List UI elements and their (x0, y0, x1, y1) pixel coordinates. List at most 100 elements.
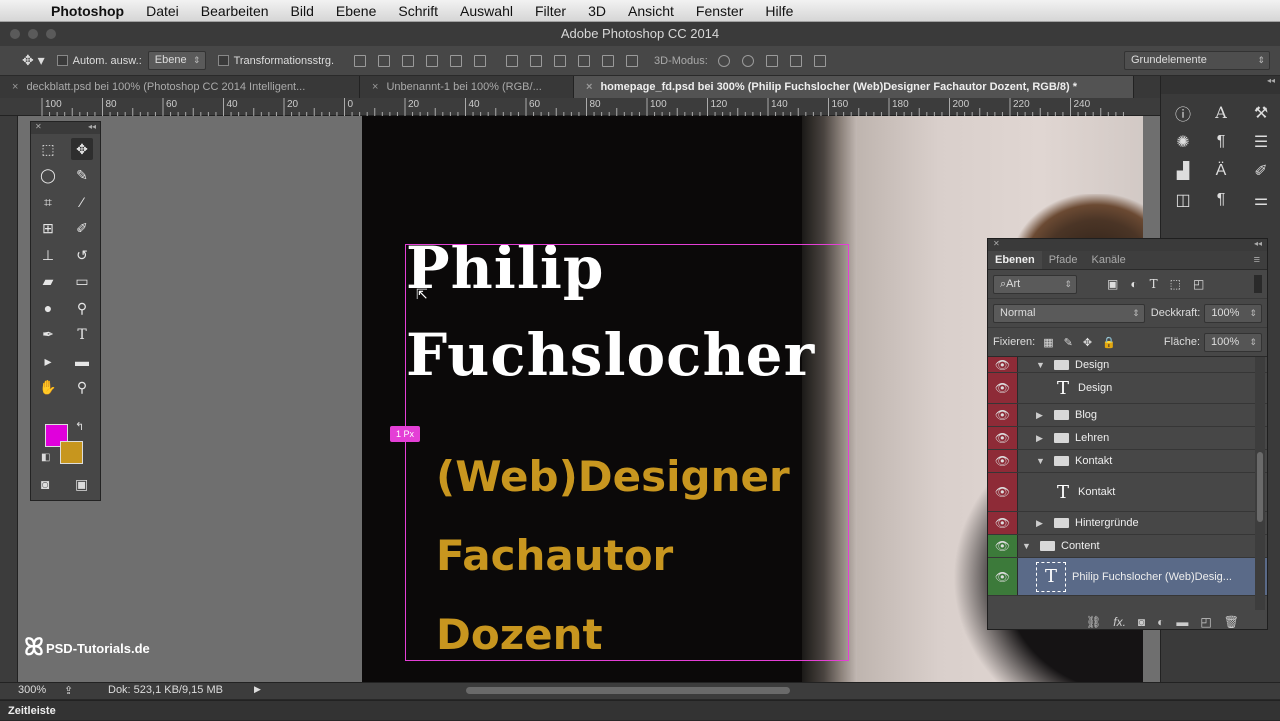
delete-layer-icon[interactable]: 🗑 (1224, 615, 1239, 629)
adjustment-layer-icon[interactable]: ◐ (1157, 615, 1164, 629)
visibility-eye-icon[interactable]: 👁 (988, 558, 1018, 595)
scrollbar-thumb[interactable] (1257, 452, 1263, 522)
layers-scrollbar[interactable] (1255, 357, 1265, 610)
blur-tool-icon[interactable]: ● (37, 297, 59, 319)
layer-row[interactable]: 👁 ▼ Kontakt (988, 450, 1267, 473)
expand-triangle-icon[interactable]: ▼ (1022, 541, 1034, 551)
ruler-horizontal[interactable]: 100 80 60 40 20 0 20 40 60 80 100 120 140 160 180 200 22… (0, 98, 1160, 116)
close-tab-icon[interactable]: × (372, 81, 378, 93)
dock-header[interactable]: ◂◂ (1161, 76, 1280, 94)
transform-controls-checkbox[interactable] (217, 55, 229, 66)
menu-bearbeiten[interactable]: Bearbeiten (190, 3, 280, 19)
clone-stamp-tool-icon[interactable]: ⊥ (37, 244, 59, 266)
menu-schrift[interactable]: Schrift (387, 3, 449, 19)
layer-row[interactable]: 👁 T Design (988, 373, 1267, 404)
brush-tool-icon[interactable]: ✐ (71, 218, 93, 240)
filter-shape-icon[interactable]: ⬚ (1170, 277, 1181, 291)
menu-3d[interactable]: 3D (577, 3, 617, 19)
gradient-tool-icon[interactable]: ▭ (71, 271, 93, 293)
tool-presets-icon[interactable]: ⚒ (1241, 98, 1280, 127)
swap-colors-icon[interactable]: ↰ (75, 420, 84, 433)
lock-position-icon[interactable]: ✥ (1083, 336, 1092, 349)
expand-triangle-icon[interactable]: ▼ (1036, 456, 1048, 466)
layer-row[interactable]: 👁 ▼ Design (988, 357, 1267, 373)
filter-adjustment-icon[interactable]: ◐ (1130, 277, 1137, 291)
zoom-level[interactable]: 300% (18, 684, 46, 696)
background-color-swatch[interactable] (60, 441, 83, 464)
expand-triangle-icon[interactable]: ▶ (1036, 518, 1048, 529)
fill-field[interactable]: 100% (1204, 332, 1262, 352)
status-menu-icon[interactable]: ▶ (254, 684, 261, 695)
filter-type-icon[interactable]: T (1150, 277, 1158, 291)
distribute-bottom-icon[interactable] (554, 54, 567, 67)
path-selection-tool-icon[interactable]: ▸ (37, 350, 59, 372)
menu-hilfe[interactable]: Hilfe (754, 3, 804, 19)
layer-row[interactable]: 👁 ▶ Hintergründe (988, 512, 1267, 535)
zoom-window-icon[interactable] (46, 29, 56, 39)
crop-tool-icon[interactable]: ⌗ (37, 191, 59, 213)
type-tool-icon[interactable]: T (71, 324, 93, 346)
opacity-field[interactable]: 100% (1204, 303, 1262, 323)
collapse-panel-icon[interactable]: ◂◂ (88, 122, 96, 134)
ruler-vertical[interactable] (0, 116, 18, 682)
close-tab-icon[interactable]: × (586, 81, 592, 93)
distribute-vcenter-icon[interactable] (530, 54, 543, 67)
dodge-tool-icon[interactable]: ⚲ (71, 297, 93, 319)
align-bottom-icon[interactable] (402, 54, 415, 67)
properties-icon[interactable]: ⚌ (1241, 185, 1280, 214)
lasso-tool-icon[interactable]: ◯ (37, 165, 59, 187)
align-right-icon[interactable] (474, 54, 487, 67)
tab-pfade[interactable]: Pfade (1042, 251, 1085, 269)
filter-kind-dropdown[interactable]: ⌕Art (993, 274, 1077, 294)
auto-select-dropdown[interactable]: Ebene (147, 51, 206, 70)
hand-tool-icon[interactable]: ✋ (37, 377, 59, 399)
filter-smartobject-icon[interactable]: ◰ (1193, 277, 1204, 291)
tab-homepage[interactable]: × homepage_fd.psd bei 300% (Philip Fuchsl… (574, 76, 1134, 98)
tab-unbenannt[interactable]: × Unbenannt-1 bei 100% (RGB/... (360, 76, 574, 98)
close-tab-icon[interactable]: × (12, 81, 18, 93)
tab-ebenen[interactable]: Ebenen (988, 251, 1042, 269)
3d-rotate-icon[interactable] (717, 54, 730, 67)
visibility-eye-icon[interactable]: 👁 (988, 473, 1018, 511)
visibility-eye-icon[interactable]: 👁 (988, 373, 1018, 403)
layer-row[interactable]: 👁 ▶ Lehren (988, 427, 1267, 450)
timeline-tab[interactable]: Zeitleiste (0, 700, 1280, 720)
filter-toggle[interactable] (1254, 275, 1262, 293)
lock-pixels-icon[interactable]: ✎ (1064, 336, 1073, 349)
link-layers-icon[interactable]: ⛓ (1086, 615, 1101, 629)
paragraph-styles-icon[interactable]: ¶ (1201, 185, 1241, 214)
visibility-eye-icon[interactable]: 👁 (988, 535, 1018, 557)
layers-panel-header[interactable]: ✕ ◂◂ (988, 239, 1267, 251)
swatches-icon[interactable]: ◫ (1163, 185, 1203, 214)
visibility-eye-icon[interactable]: 👁 (988, 427, 1018, 449)
visibility-eye-icon[interactable]: 👁 (988, 450, 1018, 472)
layer-row-selected[interactable]: 👁 T Philip Fuchslocher (Web)Desig... (988, 558, 1267, 596)
lock-all-icon[interactable]: 🔒 (1102, 336, 1116, 349)
distribute-hcenter-icon[interactable] (602, 54, 615, 67)
eraser-tool-icon[interactable]: ▰ (37, 271, 59, 293)
visibility-eye-icon[interactable]: 👁 (988, 357, 1018, 372)
align-top-icon[interactable] (354, 54, 367, 67)
character-styles-icon[interactable]: Ä (1201, 156, 1241, 185)
align-left-icon[interactable] (426, 54, 439, 67)
histogram-icon[interactable]: ▟ (1163, 156, 1203, 185)
menu-bild[interactable]: Bild (280, 3, 325, 19)
tab-deckblatt[interactable]: × deckblatt.psd bei 100% (Photoshop CC 20… (0, 76, 360, 98)
horizontal-scrollbar[interactable] (466, 687, 790, 694)
close-window-icon[interactable] (10, 29, 20, 39)
pen-tool-icon[interactable]: ✒ (37, 324, 59, 346)
close-panel-icon[interactable]: ✕ (993, 239, 1000, 251)
quick-mask-icon[interactable]: ◙ (41, 476, 49, 492)
lock-transparency-icon[interactable]: ▦ (1043, 336, 1053, 349)
info-icon[interactable]: ⓘ (1163, 98, 1203, 127)
3d-pan-icon[interactable] (765, 54, 778, 67)
blend-mode-dropdown[interactable]: Normal (993, 303, 1145, 323)
fx-icon[interactable]: fx. (1113, 615, 1126, 629)
brush-presets-icon[interactable]: ✐ (1241, 156, 1280, 185)
workspace-dropdown[interactable]: Grundelemente (1124, 51, 1270, 70)
history-brush-tool-icon[interactable]: ↺ (71, 244, 93, 266)
distribute-right-icon[interactable] (626, 54, 639, 67)
close-panel-icon[interactable]: ✕ (35, 122, 42, 134)
3d-roll-icon[interactable] (741, 54, 754, 67)
menu-filter[interactable]: Filter (524, 3, 577, 19)
